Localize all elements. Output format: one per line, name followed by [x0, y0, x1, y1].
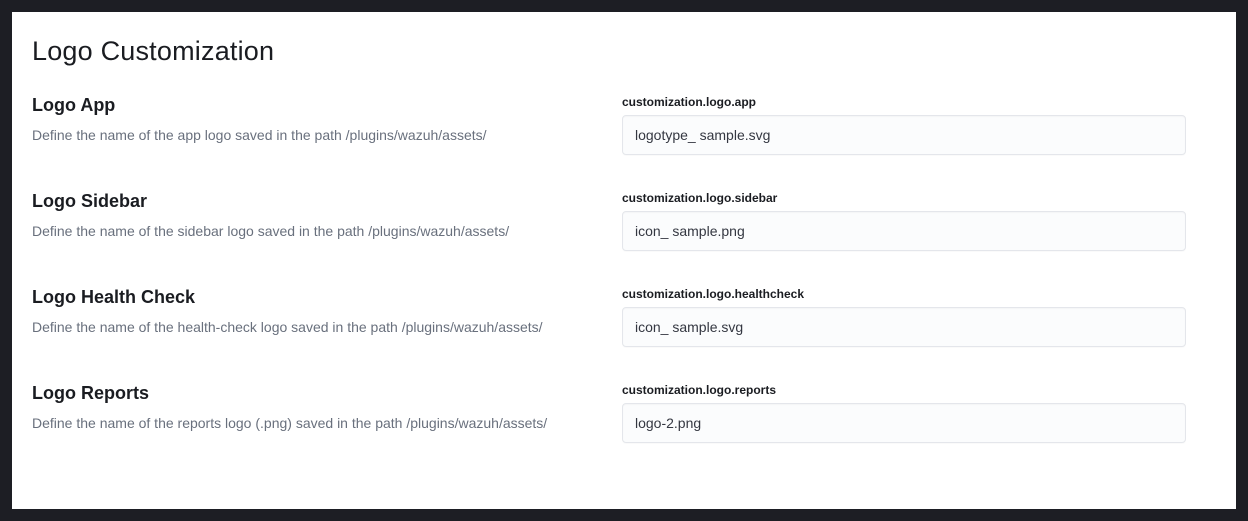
field-key-logo-app: customization.logo.app: [622, 95, 1186, 109]
field-title-logo-reports: Logo Reports: [32, 383, 598, 404]
field-info-logo-sidebar: Logo Sidebar Define the name of the side…: [32, 191, 622, 242]
field-row-logo-sidebar: Logo Sidebar Define the name of the side…: [32, 191, 1216, 251]
settings-panel: Logo Customization Logo App Define the n…: [12, 12, 1236, 509]
logo-app-input[interactable]: [622, 115, 1186, 155]
field-title-logo-sidebar: Logo Sidebar: [32, 191, 598, 212]
field-key-logo-healthcheck: customization.logo.healthcheck: [622, 287, 1186, 301]
field-desc-logo-sidebar: Define the name of the sidebar logo save…: [32, 222, 598, 242]
logo-reports-input[interactable]: [622, 403, 1186, 443]
field-key-logo-sidebar: customization.logo.sidebar: [622, 191, 1186, 205]
field-info-logo-reports: Logo Reports Define the name of the repo…: [32, 383, 622, 434]
logo-healthcheck-input[interactable]: [622, 307, 1186, 347]
field-control-logo-app: customization.logo.app: [622, 95, 1186, 155]
field-row-logo-healthcheck: Logo Health Check Define the name of the…: [32, 287, 1216, 347]
field-row-logo-reports: Logo Reports Define the name of the repo…: [32, 383, 1216, 443]
field-control-logo-reports: customization.logo.reports: [622, 383, 1186, 443]
field-info-logo-app: Logo App Define the name of the app logo…: [32, 95, 622, 146]
field-title-logo-app: Logo App: [32, 95, 598, 116]
field-control-logo-healthcheck: customization.logo.healthcheck: [622, 287, 1186, 347]
field-title-logo-healthcheck: Logo Health Check: [32, 287, 598, 308]
field-key-logo-reports: customization.logo.reports: [622, 383, 1186, 397]
logo-sidebar-input[interactable]: [622, 211, 1186, 251]
field-row-logo-app: Logo App Define the name of the app logo…: [32, 95, 1216, 155]
field-info-logo-healthcheck: Logo Health Check Define the name of the…: [32, 287, 622, 338]
field-desc-logo-healthcheck: Define the name of the health-check logo…: [32, 318, 598, 338]
field-desc-logo-app: Define the name of the app logo saved in…: [32, 126, 598, 146]
field-desc-logo-reports: Define the name of the reports logo (.pn…: [32, 414, 598, 434]
page-title: Logo Customization: [32, 36, 1216, 67]
field-control-logo-sidebar: customization.logo.sidebar: [622, 191, 1186, 251]
